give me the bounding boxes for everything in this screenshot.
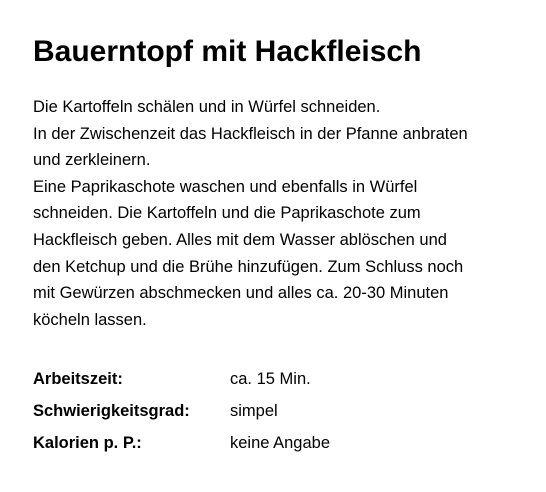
- calories-value: keine Angabe: [230, 434, 331, 452]
- instruction-line: schneiden. Die Kartoffeln und die Paprik…: [33, 204, 421, 223]
- recipe-details-table: Arbeitszeit: ca. 15 Min. Schwierigkeitsg…: [33, 370, 330, 466]
- detail-row-work-time: Arbeitszeit: ca. 15 Min.: [33, 370, 330, 402]
- work-time-value: ca. 15 Min.: [230, 370, 311, 388]
- difficulty-label: Schwierigkeitsgrad:: [33, 402, 190, 420]
- instruction-line: In der Zwischenzeit das Hackfleisch in d…: [33, 124, 468, 143]
- instruction-line: und zerkleinern.: [33, 151, 151, 170]
- instruction-line: Hackfleisch geben. Alles mit dem Wasser …: [33, 230, 447, 249]
- instruction-line: köcheln lassen.: [33, 310, 147, 329]
- instruction-line: mit Gewürzen abschmecken und alles ca. 2…: [33, 284, 449, 303]
- difficulty-value: simpel: [230, 402, 278, 420]
- detail-row-calories: Kalorien p. P.: keine Angabe: [33, 434, 330, 466]
- recipe-instructions: Die Kartoffeln schälen und in Würfel sch…: [33, 94, 543, 333]
- instruction-line: den Ketchup und die Brühe hinzufügen. Zu…: [33, 257, 464, 276]
- instruction-line: Eine Paprikaschote waschen und ebenfalls…: [33, 177, 418, 196]
- work-time-label: Arbeitszeit:: [33, 370, 123, 388]
- calories-label: Kalorien p. P.:: [33, 434, 142, 452]
- detail-row-difficulty: Schwierigkeitsgrad: simpel: [33, 402, 330, 434]
- instruction-line: Die Kartoffeln schälen und in Würfel sch…: [33, 98, 381, 116]
- recipe-title: Bauerntopf mit Hackfleisch: [33, 35, 422, 68]
